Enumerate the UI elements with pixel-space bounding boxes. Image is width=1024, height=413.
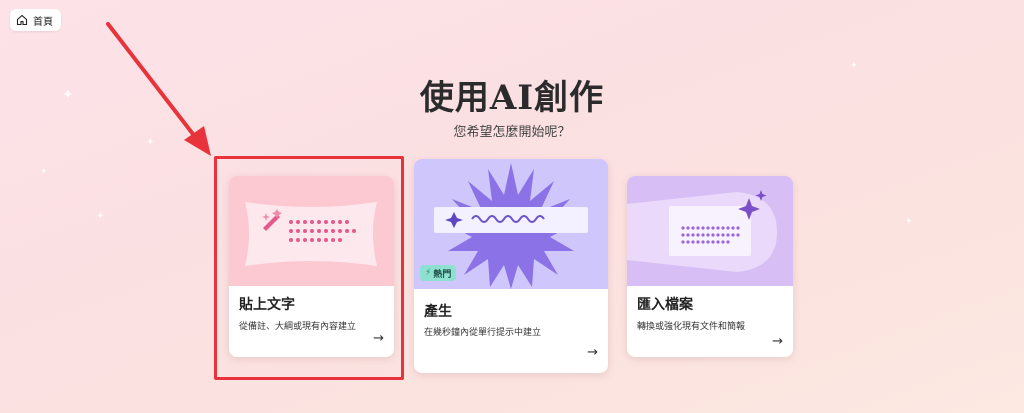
arrow-right-icon: → — [772, 334, 783, 349]
home-label: 首頁 — [33, 16, 53, 28]
generate-card[interactable]: ⚡ 熱門 產生 在幾秒鐘內從單行提示中建立 → — [414, 159, 608, 373]
sparkle-decoration: ✦ — [905, 217, 913, 227]
import-file-description: 轉換或強化現有文件和簡報 — [637, 322, 746, 332]
home-button[interactable]: 首頁 — [10, 9, 61, 31]
highlight-box — [214, 156, 404, 380]
arrow-right-icon: → — [587, 345, 598, 360]
page-subtitle: 您希望怎麼開始呢？ — [453, 125, 571, 140]
generate-description: 在幾秒鐘內從單行提示中建立 — [424, 328, 542, 338]
lightning-icon: ⚡ — [425, 268, 432, 278]
generate-title: 產生 — [424, 304, 452, 320]
import-file-card[interactable]: 匯入檔案 轉換或強化現有文件和簡報 → — [627, 176, 793, 357]
popular-badge-label: 熱門 — [433, 269, 452, 280]
sparkle-decoration: ✦ — [40, 167, 48, 177]
import-file-illustration — [627, 176, 793, 286]
page-title: 使用AI創作 — [419, 78, 605, 118]
popular-badge: ⚡ 熱門 — [420, 265, 457, 281]
sparkle-decoration: ✦ — [96, 211, 105, 222]
home-icon — [16, 14, 28, 26]
import-file-title: 匯入檔案 — [637, 297, 693, 313]
